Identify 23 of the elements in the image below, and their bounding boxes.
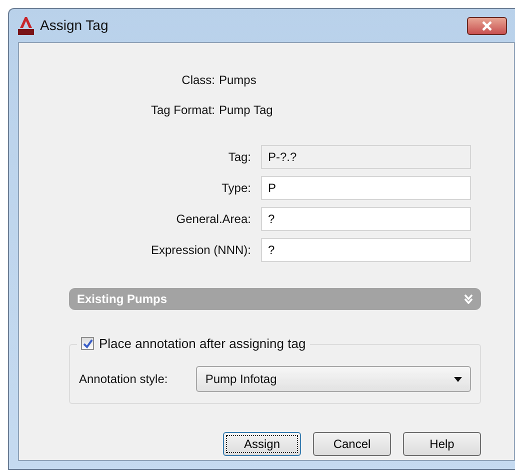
- field-label: Type:: [220, 180, 252, 197]
- dialog-button[interactable]: Help: [403, 432, 481, 456]
- close-icon: [481, 20, 493, 30]
- annotation-style-dropdown[interactable]: Pump Infotag: [196, 366, 471, 392]
- dialog-button[interactable]: Assign: [223, 432, 301, 456]
- field-label: Tag:: [227, 149, 252, 166]
- input-field[interactable]: P: [261, 176, 471, 200]
- field-label: General.Area:: [175, 211, 252, 228]
- dropdown-arrow-icon: [454, 376, 462, 382]
- app-logo-icon: [18, 16, 34, 34]
- window-title: Assign Tag: [40, 16, 108, 35]
- field-label: Expression (NNN):: [150, 242, 252, 259]
- info-value: Pump Tag: [219, 102, 273, 119]
- close-button[interactable]: [467, 16, 507, 34]
- info-label: Tag Format:: [150, 102, 216, 119]
- annotation-style-label: Annotation style:: [79, 371, 169, 388]
- checkbox-label[interactable]: Place annotation after assigning tag: [99, 334, 306, 354]
- input-field[interactable]: ?: [261, 207, 471, 231]
- checkbox[interactable]: [81, 337, 94, 350]
- info-label: Class:: [180, 72, 216, 89]
- dialog-button[interactable]: Cancel: [313, 432, 391, 456]
- input-field[interactable]: ?: [261, 238, 471, 262]
- info-value: Pumps: [219, 72, 256, 89]
